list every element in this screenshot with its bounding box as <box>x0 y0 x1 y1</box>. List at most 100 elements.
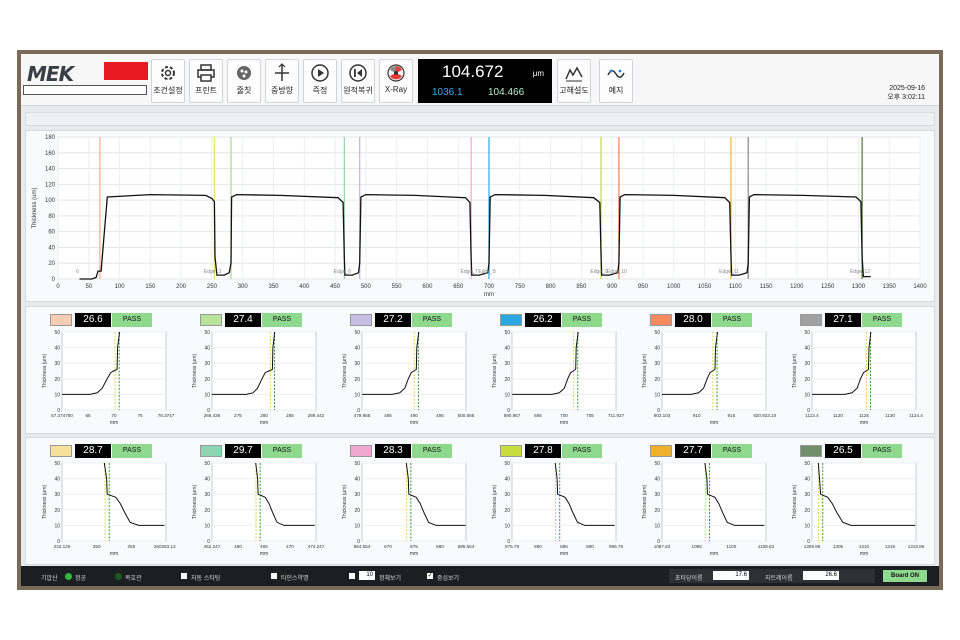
zone-yaxis-label: Thickness (μm) <box>42 485 48 520</box>
edge-zone-card: 27.1 PASS 0 10 20 30 40 50 1113.4 1120 1125 1130 113… <box>786 311 924 431</box>
zone-ytick-label: 50 <box>54 461 60 467</box>
edge-zone-card: 29.7 PASS 0 10 20 30 40 50 452.247 460 465 470 474.2… <box>186 442 325 562</box>
main-ytick-label: 60 <box>48 230 55 236</box>
zone-ytick-label: 50 <box>504 461 510 467</box>
zone-ytick-label: 50 <box>804 330 810 336</box>
zone-thickness-chart: 010203040501113.4 1120 1125 1130 1134.4mmThi… <box>792 330 923 426</box>
zone-header: 27.1 PASS <box>792 313 924 327</box>
zone-ytick-label: 10 <box>804 523 810 529</box>
zone-pass-badge: PASS <box>262 444 302 458</box>
zone-ytick-label: 20 <box>654 508 660 514</box>
zone-ytick-label: 10 <box>504 523 510 529</box>
zone-xaxis-label: mm <box>560 420 568 426</box>
zone-xtick-label: 880 <box>534 544 542 549</box>
count-checkbox[interactable] <box>349 573 355 579</box>
main-xtick-label: 700 <box>484 284 495 290</box>
zone-value: 27.7 <box>675 444 711 458</box>
zone-xtick-label: 875.79 <box>505 544 519 549</box>
zone-value: 27.2 <box>375 313 411 327</box>
zone-xtick-label: 70 <box>111 413 117 418</box>
main-edge-label: Edge_9 <box>590 269 607 275</box>
tab-checkbox[interactable] <box>271 573 277 579</box>
zone-ytick-label: 50 <box>654 461 660 467</box>
print-button[interactable]: 프린트 <box>189 59 223 103</box>
zone-thickness-chart: 01020304050664.554 670 675 680 685.554mmThic… <box>342 461 475 557</box>
zone-pass-badge: PASS <box>862 444 902 458</box>
zone-xtick-label: 490 <box>410 413 418 418</box>
zone-xtick-label: 1310 <box>859 544 870 549</box>
zone-color-swatch <box>50 445 72 457</box>
zone-ytick-label: 40 <box>204 346 210 352</box>
zone-xtick-label: 452.247 <box>204 544 221 549</box>
zone-ytick-label: 30 <box>654 361 660 367</box>
board-on-button[interactable]: Board ON <box>883 570 927 582</box>
zone-xtick-label: 242.125 <box>54 544 71 549</box>
end-input[interactable]: 26.6 <box>803 571 839 580</box>
measure-button[interactable]: 즉정 <box>303 59 337 103</box>
zone-xtick-label: 285 <box>286 413 294 418</box>
zone-color-swatch <box>500 445 522 457</box>
zone-header: 26.2 PASS <box>492 313 624 327</box>
trend-button[interactable]: 고해설도 <box>557 59 591 103</box>
main-edge-label: Edge_6 <box>334 269 351 275</box>
zone-xtick-label: 1125 <box>859 413 869 418</box>
main-edge-label: Edge_8 <box>478 269 495 275</box>
predict-button[interactable]: 예지 <box>599 59 633 103</box>
zone-xtick-label: 275 <box>234 413 242 418</box>
edge-zone-card: 27.8 PASS 0 10 20 30 40 50 875.79 880 885 890 896.78… <box>486 442 624 562</box>
zone-ytick-label: 10 <box>354 523 360 529</box>
roll-button[interactable]: 줄칫 <box>227 59 261 103</box>
return-origin-button[interactable]: 원적복귀 <box>341 59 375 103</box>
main-xtick-label: 150 <box>145 284 156 290</box>
direction-button[interactable]: 중방향 <box>265 59 299 103</box>
zone-xtick-label: 915 <box>727 413 735 418</box>
zone-ytick-label: 20 <box>54 377 60 383</box>
zone-ytick-label: 30 <box>804 361 810 367</box>
zone-pass-badge: PASS <box>112 313 152 327</box>
zone-ytick-label: 30 <box>804 492 810 498</box>
main-edge-label: 6 <box>76 269 79 275</box>
main-xtick-label: 200 <box>176 284 187 290</box>
xray-button[interactable]: X-Ray <box>379 59 413 103</box>
start-input[interactable]: 17.6 <box>713 571 749 580</box>
return-origin-label: 원적복귀 <box>343 86 373 95</box>
point-checkbox[interactable]: ✓ <box>427 573 433 579</box>
zone-thickness-chart: 010203040501309.96 1305 1310 1315 1318.86mmT… <box>792 461 925 557</box>
zone-ytick-label: 50 <box>204 330 210 336</box>
zone-ytick-label: 30 <box>54 492 60 498</box>
zone-ytick-label: 20 <box>354 508 360 514</box>
zone-value: 26.2 <box>525 313 561 327</box>
zone-value: 28.0 <box>675 313 711 327</box>
zone-color-swatch <box>200 445 222 457</box>
zone-header: 27.2 PASS <box>342 313 474 327</box>
zone-color-swatch <box>350 314 372 326</box>
zone-xtick-label: 685.554 <box>458 544 475 549</box>
count-label: 정체보기 <box>379 576 402 582</box>
predict-label: 예지 <box>608 86 624 95</box>
zone-header: 28.0 PASS <box>642 313 774 327</box>
zone-ytick-label: 40 <box>654 346 660 352</box>
zone-xaxis-label: mm <box>710 551 718 557</box>
zone-yaxis-label: Thickness (μm) <box>42 354 48 389</box>
date-text: 2025-09-16 <box>889 85 925 92</box>
zone-header: 27.7 PASS <box>642 444 774 458</box>
zone-thickness-chart: 01020304050875.79 880 885 890 896.78mmThickn… <box>492 461 623 557</box>
zone-header: 26.5 PASS <box>792 444 924 458</box>
readout-right-value: 104.466 <box>488 87 525 98</box>
zone-ytick-label: 40 <box>354 346 360 352</box>
auto-start-label: 자동 스타팅 <box>191 576 221 582</box>
zone-xaxis-label: mm <box>710 420 718 426</box>
zone-pass-badge: PASS <box>262 313 302 327</box>
zone-header: 27.8 PASS <box>492 444 624 458</box>
zone-pass-badge: PASS <box>712 444 752 458</box>
auto-start-checkbox[interactable] <box>181 573 187 579</box>
zone-xtick-label: 78.3747 <box>158 413 175 418</box>
zone-ytick-label: 10 <box>654 523 660 529</box>
normal-led <box>65 573 72 580</box>
zone-plot-area <box>361 462 467 542</box>
toolbar: MEK 조건설정 프린트 줄칫 중방향 즉정 원적복귀 X-Ray 104.67… <box>21 54 939 106</box>
main-xtick-label: 600 <box>422 284 433 290</box>
zone-thickness-chart: 01020304050452.247 460 465 470 474.247mmThic… <box>192 461 325 557</box>
settings-button[interactable]: 조건설정 <box>151 59 185 103</box>
count-input[interactable]: 10 <box>359 571 375 580</box>
